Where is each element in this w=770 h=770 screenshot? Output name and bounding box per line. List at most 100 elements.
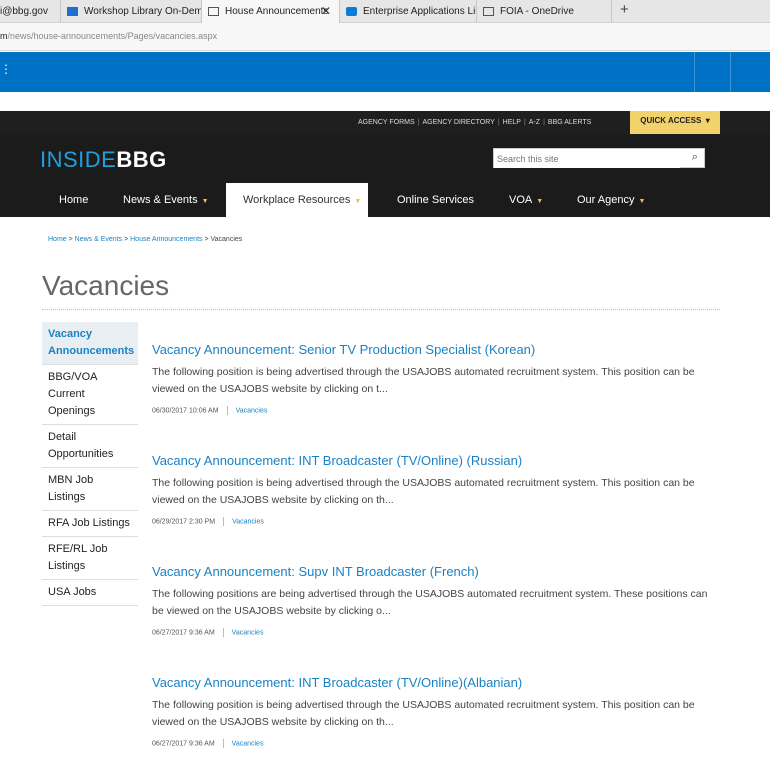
- divider: [222, 628, 224, 637]
- caret-down-icon: ▾: [703, 116, 710, 125]
- search-input[interactable]: [494, 150, 680, 168]
- article-category-link[interactable]: Vacancies: [232, 629, 264, 636]
- breadcrumb-home[interactable]: Home: [48, 236, 67, 243]
- divider: |: [543, 119, 545, 126]
- nav-online-services[interactable]: Online Services: [397, 183, 474, 217]
- url-host: m: [0, 31, 8, 41]
- main-nav: Home News & Events ▼ Workplace Resources ▼…: [0, 183, 770, 217]
- article-date: 06/27/2017 9:36 AM: [152, 629, 215, 637]
- browser-tab[interactable]: i@bbg.gov: [0, 0, 61, 22]
- divider: |: [497, 119, 500, 126]
- caret-down-icon: ▼: [536, 198, 544, 205]
- nav-label: Our Agency: [577, 194, 635, 206]
- nav-workplace-resources[interactable]: Workplace Resources ▼: [226, 183, 368, 217]
- nav-news-events[interactable]: News & Events ▼: [123, 183, 209, 217]
- nav-home[interactable]: Home: [59, 183, 88, 217]
- nav-label: Online Services: [397, 194, 475, 206]
- caret-down-icon: ▼: [638, 198, 646, 205]
- util-link-bbg-alerts[interactable]: BBG ALERTS: [548, 119, 591, 126]
- page-title: Vacancies: [42, 270, 170, 301]
- util-link-agency-directory[interactable]: AGENCY DIRECTORY: [422, 119, 494, 126]
- tab-label: i@bbg.gov: [0, 5, 48, 17]
- utility-links: AGENCY FORMS | AGENCY DIRECTORY | HELP | A-Z | B…: [358, 119, 591, 126]
- article-date: 06/27/2017 9:36 AM: [152, 740, 215, 748]
- nav-label: Workplace Resources: [243, 194, 351, 206]
- article-title-link[interactable]: Vacancy Announcement: INT Broadcaster (T…: [152, 453, 712, 469]
- mail-icon: [67, 6, 78, 16]
- suite-bar: ⋮: [0, 52, 770, 92]
- breadcrumb-separator: >: [122, 236, 131, 243]
- article-meta: 06/30/2017 10:06 AM Vacancies: [152, 406, 712, 415]
- article-summary: The following positions are being advert…: [152, 588, 708, 617]
- divider: [694, 52, 695, 92]
- article-meta: 06/27/2017 9:36 AM Vacancies: [152, 739, 712, 748]
- nav-label: News & Events: [123, 194, 198, 206]
- divider: [223, 517, 225, 526]
- page-icon: [483, 6, 494, 16]
- article-date: 06/29/2017 2:30 PM: [152, 518, 216, 526]
- leftnav-item-bbg-voa-openings[interactable]: BBG/VOA Current Openings: [42, 365, 138, 425]
- util-link-agency-forms[interactable]: AGENCY FORMS: [358, 119, 415, 126]
- leftnav-item-rfe-rl-job-listings[interactable]: RFE/RL Job Listings: [42, 537, 138, 580]
- close-icon[interactable]: ✕: [321, 4, 331, 18]
- article-date: 06/30/2017 10:06 AM: [152, 407, 219, 415]
- article-title-link[interactable]: Vacancy Announcement: Supv INT Broadcast…: [152, 564, 712, 580]
- url-text[interactable]: m/news/house-announcements/Pages/vacanci…: [0, 31, 217, 41]
- browser-tab[interactable]: Workshop Library On-Dema: [61, 0, 202, 22]
- leftnav-item-mbn-job-listings[interactable]: MBN Job Listings: [42, 468, 138, 511]
- divider: |: [523, 119, 526, 126]
- address-bar[interactable]: m/news/house-announcements/Pages/vacanci…: [0, 23, 770, 51]
- breadcrumb-house-announcements[interactable]: House Announcements: [130, 236, 202, 243]
- search-icon[interactable]: ⌕: [692, 151, 698, 164]
- search-box: ⌕: [493, 148, 705, 168]
- article-meta: 06/27/2017 9:36 AM Vacancies: [152, 628, 712, 637]
- leftnav-item-rfa-job-listings[interactable]: RFA Job Listings: [42, 511, 138, 537]
- list-item: Vacancy Announcement: INT Broadcaster (T…: [152, 453, 712, 526]
- divider: [730, 52, 731, 92]
- article-summary: The following position is being advertis…: [152, 366, 695, 395]
- quick-access-button[interactable]: QUICK ACCESS ▾: [630, 111, 720, 134]
- nav-label: VOA: [509, 194, 533, 206]
- article-category-link[interactable]: Vacancies: [232, 740, 264, 747]
- article-title-link[interactable]: Vacancy Announcement: Senior TV Producti…: [152, 342, 712, 358]
- article-summary: The following position is being advertis…: [152, 699, 695, 728]
- sharepoint-icon: [346, 6, 357, 16]
- quick-access-label: QUICK ACCESS: [640, 116, 702, 125]
- leftnav-item-detail-opportunities[interactable]: Detail Opportunities: [42, 425, 138, 468]
- page-icon: [208, 7, 219, 16]
- leftnav-item-usa-jobs[interactable]: USA Jobs: [42, 580, 138, 606]
- breadcrumb-separator: >: [202, 236, 211, 243]
- leftnav-item-vacancy-announcements[interactable]: Vacancy Announcements: [42, 322, 138, 365]
- tab-label: FOIA - OneDrive: [500, 5, 574, 17]
- left-nav: Vacancy Announcements BBG/VOA Current Op…: [42, 322, 138, 606]
- nav-label: Home: [59, 194, 89, 206]
- list-item: Vacancy Announcement: Senior TV Producti…: [152, 342, 712, 415]
- nav-voa[interactable]: VOA ▼: [509, 183, 543, 217]
- browser-tab-strip: i@bbg.gov Workshop Library On-Dema House…: [0, 0, 770, 23]
- divider: [222, 739, 224, 748]
- logo-inside-text: INSIDE: [40, 147, 117, 172]
- title-divider: [42, 309, 720, 310]
- nav-our-agency[interactable]: Our Agency ▼: [577, 183, 645, 217]
- tab-label: Workshop Library On-Dema: [84, 5, 202, 17]
- list-item: Vacancy Announcement: Supv INT Broadcast…: [152, 564, 712, 637]
- browser-tab-active[interactable]: House Announcements ✕: [202, 0, 340, 23]
- article-category-link[interactable]: Vacancies: [232, 518, 264, 525]
- new-tab-button[interactable]: +: [620, 1, 629, 18]
- article-title-link[interactable]: Vacancy Announcement: INT Broadcaster (T…: [152, 675, 712, 691]
- breadcrumb-separator: >: [66, 236, 75, 243]
- site-header: INSIDEBBG ⌕: [0, 135, 770, 183]
- list-item: Vacancy Announcement: INT Broadcaster (T…: [152, 675, 712, 748]
- article-summary: The following position is being advertis…: [152, 477, 695, 506]
- util-link-help[interactable]: HELP: [503, 119, 521, 126]
- divider: [226, 406, 228, 415]
- browser-tab[interactable]: Enterprise Applications Limi: [340, 0, 477, 22]
- browser-tab[interactable]: FOIA - OneDrive: [477, 0, 612, 22]
- site-logo[interactable]: INSIDEBBG: [40, 147, 167, 173]
- logo-bbg-text: BBG: [116, 147, 167, 172]
- util-link-a-z[interactable]: A-Z: [529, 119, 540, 126]
- caret-down-icon: ▼: [201, 198, 209, 205]
- breadcrumb-news-events[interactable]: News & Events: [75, 236, 122, 243]
- article-category-link[interactable]: Vacancies: [236, 407, 268, 414]
- app-launcher-icon[interactable]: ⋮: [0, 62, 12, 76]
